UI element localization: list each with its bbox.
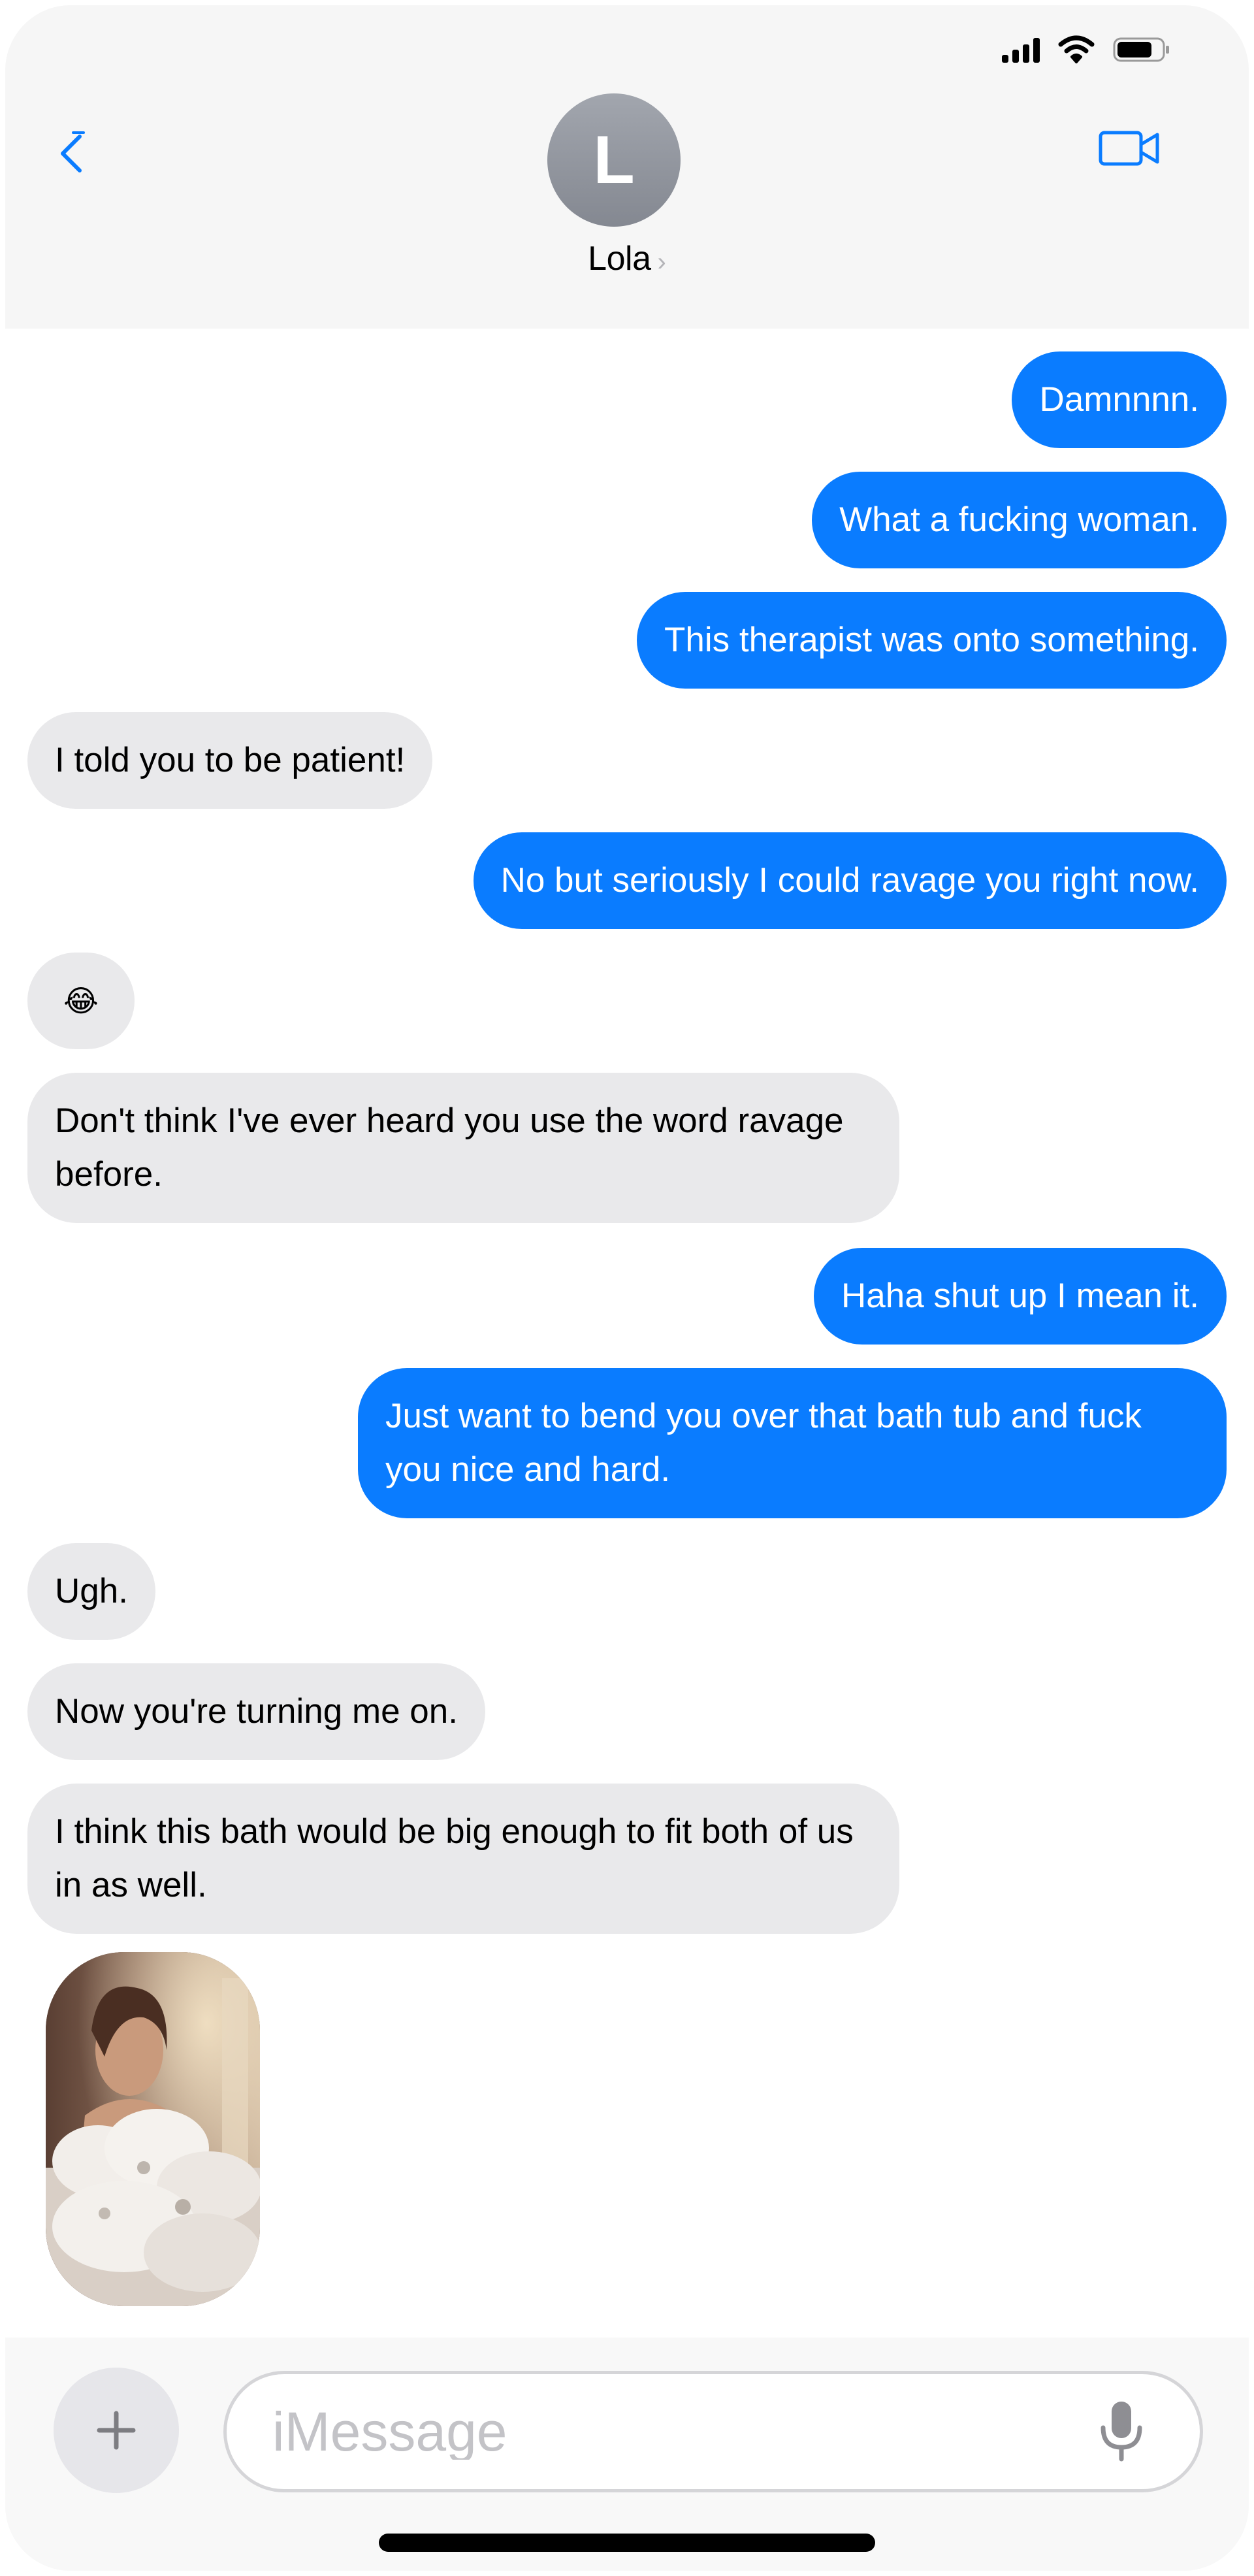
wifi-icon — [1058, 35, 1095, 64]
message-input[interactable] — [272, 2404, 1056, 2460]
sent-message[interactable]: Haha shut up I mean it. — [814, 1248, 1227, 1345]
status-bar — [1002, 31, 1170, 68]
photo-message[interactable] — [46, 1952, 260, 2306]
sent-message[interactable]: Just want to bend you over that bath tub… — [358, 1368, 1227, 1518]
conversation-header: L Lola › — [5, 5, 1249, 329]
contact-name: Lola — [588, 240, 651, 278]
received-message[interactable]: I think this bath would be big enough to… — [27, 1784, 899, 1934]
sent-message[interactable]: What a fucking woman. — [812, 472, 1227, 568]
battery-icon — [1113, 36, 1170, 63]
add-attachment-button[interactable] — [54, 2368, 179, 2493]
microphone-icon[interactable] — [1095, 2399, 1148, 2464]
sent-message[interactable]: This therapist was onto something. — [637, 592, 1227, 689]
plus-icon — [97, 2411, 136, 2450]
sent-message[interactable]: No but seriously I could ravage you righ… — [473, 832, 1227, 929]
compose-bar — [5, 2338, 1249, 2571]
contact-name-button[interactable]: Lola › — [5, 239, 1249, 278]
video-camera-icon[interactable] — [1097, 126, 1163, 172]
received-message[interactable]: Don't think I've ever heard you use the … — [27, 1073, 899, 1223]
sent-message[interactable]: Damnnnn. — [1012, 351, 1227, 448]
received-emoji-message[interactable]: 😂 — [27, 953, 135, 1049]
received-message[interactable]: I told you to be patient! — [27, 712, 433, 809]
chevron-right-icon: › — [657, 247, 666, 276]
cellular-signal-icon — [1002, 37, 1040, 63]
home-indicator[interactable] — [379, 2534, 875, 2552]
avatar[interactable]: L — [547, 93, 681, 227]
message-field[interactable] — [223, 2371, 1203, 2492]
received-message[interactable]: Now you're turning me on. — [27, 1663, 485, 1760]
received-message[interactable]: Ugh. — [27, 1543, 155, 1640]
back-chevron-icon[interactable] — [51, 126, 90, 178]
messages-screen: L Lola › Damnnnn. What a fucking woman. … — [5, 5, 1249, 2571]
